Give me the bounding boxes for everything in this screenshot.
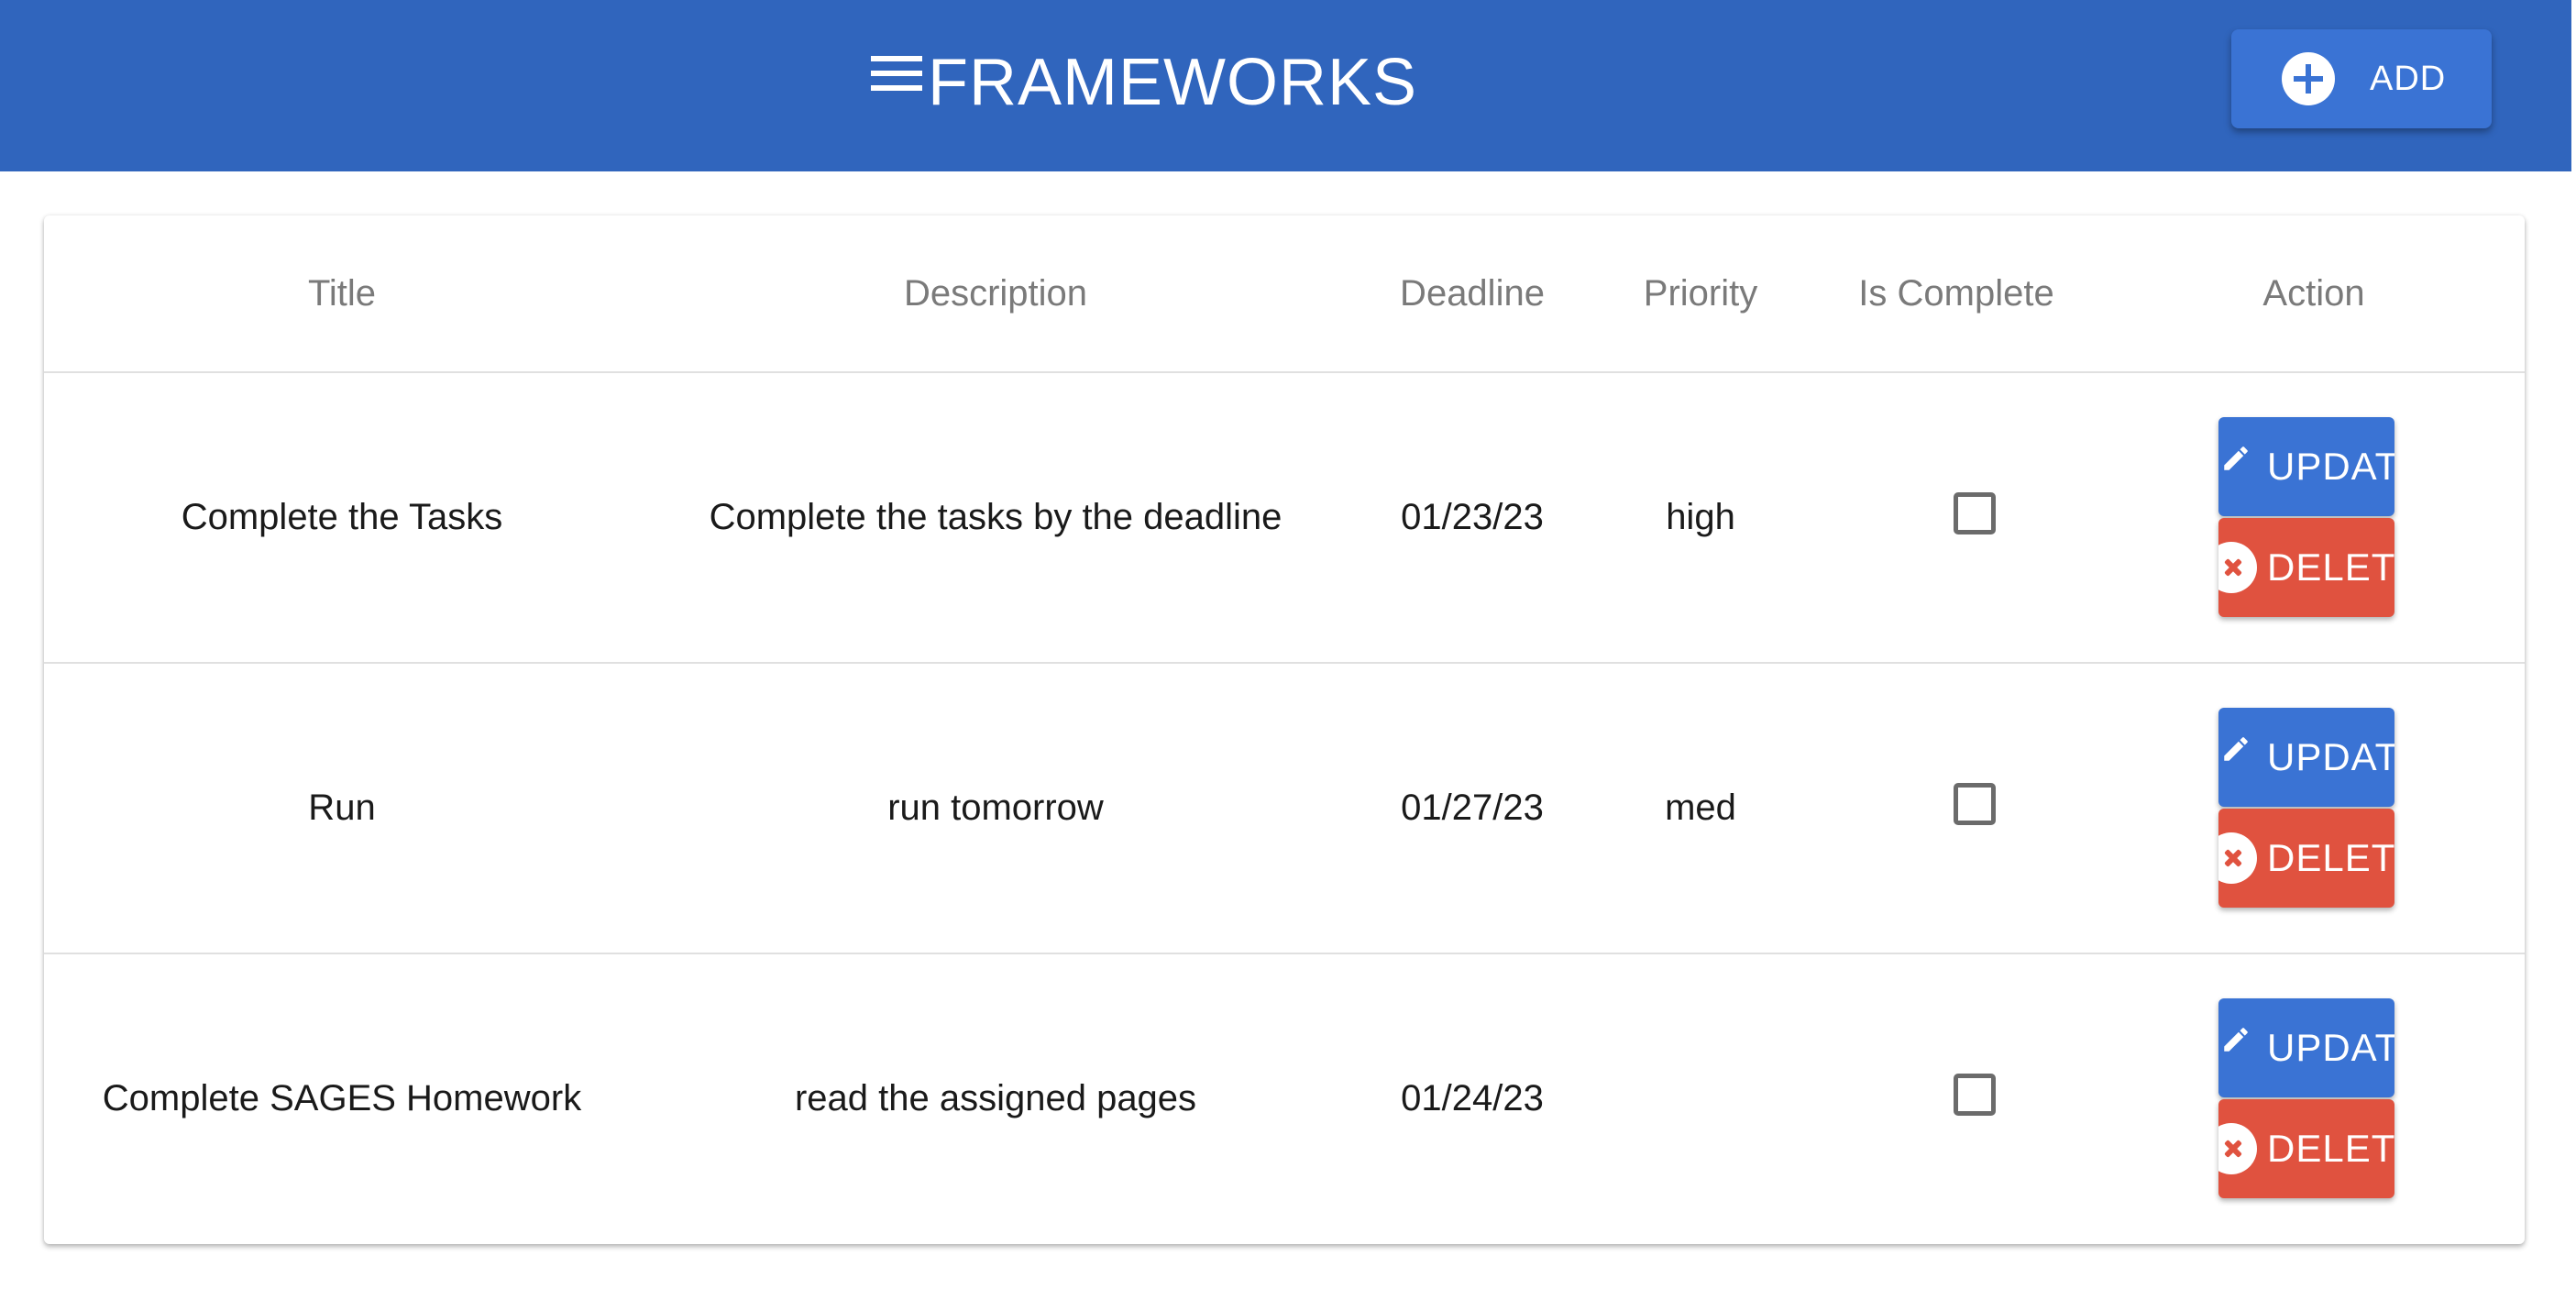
cell-description: read the assigned pages — [794, 1078, 1197, 1118]
column-header-priority: Priority — [1643, 272, 1758, 314]
column-header-description: Description — [903, 272, 1088, 314]
update-button-label: UPDAT — [2267, 445, 2394, 488]
app-title-group: FRAMEWORKS — [871, 37, 1417, 128]
column-header-action: Action — [2262, 272, 2365, 314]
cell-title: Run — [308, 788, 376, 828]
tasks-table: Title Description Deadline Priority Is C… — [44, 215, 2525, 1244]
delete-button[interactable]: DELET — [2218, 1099, 2394, 1198]
column-header-title: Title — [307, 272, 377, 314]
menu-icon[interactable] — [871, 52, 922, 94]
table-header: Title Description Deadline Priority Is C… — [44, 215, 2525, 373]
update-button[interactable]: UPDAT — [2218, 998, 2394, 1097]
cell-title: Complete the Tasks — [181, 497, 503, 537]
app-bar: FRAMEWORKS ADD — [0, 0, 2571, 171]
is-complete-checkbox[interactable] — [1954, 492, 1996, 534]
cell-priority: high — [1666, 497, 1735, 537]
cancel-icon — [2218, 542, 2257, 593]
cancel-icon — [2218, 832, 2257, 884]
update-button-label: UPDAT — [2267, 735, 2394, 778]
column-header-deadline: Deadline — [1400, 272, 1545, 314]
cell-priority: med — [1665, 788, 1736, 828]
delete-button-label: DELET — [2267, 1127, 2394, 1170]
update-button-label: UPDAT — [2267, 1026, 2394, 1069]
delete-button-label: DELET — [2267, 545, 2394, 589]
cell-description: run tomorrow — [887, 788, 1104, 828]
column-header-is-complete: Is Complete — [1858, 272, 2054, 314]
page: FRAMEWORKS ADD Title Description Deadlin… — [0, 0, 2571, 1300]
table-row: Complete the Tasks Complete the tasks by… — [44, 373, 2525, 664]
update-button[interactable]: UPDAT — [2218, 708, 2394, 807]
pencil-icon — [2224, 446, 2248, 470]
delete-button[interactable]: DELET — [2218, 518, 2394, 617]
cell-deadline: 01/24/23 — [1401, 1078, 1544, 1118]
cell-deadline: 01/27/23 — [1401, 788, 1544, 828]
is-complete-checkbox[interactable] — [1954, 783, 1996, 825]
pencil-icon — [2224, 737, 2248, 761]
add-button[interactable]: ADD — [2231, 29, 2492, 128]
table-row: Complete SAGES Homework read the assigne… — [44, 954, 2525, 1243]
add-circle-icon — [2282, 52, 2335, 105]
cell-description: Complete the tasks by the deadline — [709, 497, 1282, 537]
pencil-icon — [2224, 1028, 2248, 1052]
cancel-icon — [2218, 1123, 2257, 1174]
is-complete-checkbox[interactable] — [1954, 1074, 1996, 1116]
update-button[interactable]: UPDAT — [2218, 417, 2394, 516]
page-title: FRAMEWORKS — [928, 46, 1418, 119]
cell-title: Complete SAGES Homework — [102, 1078, 582, 1118]
cell-deadline: 01/23/23 — [1401, 497, 1544, 537]
delete-button-label: DELET — [2267, 836, 2394, 879]
add-button-label: ADD — [2370, 59, 2447, 98]
delete-button[interactable]: DELET — [2218, 809, 2394, 908]
table-row: Run run tomorrow 01/27/23 med UPDAT DELE… — [44, 664, 2525, 954]
